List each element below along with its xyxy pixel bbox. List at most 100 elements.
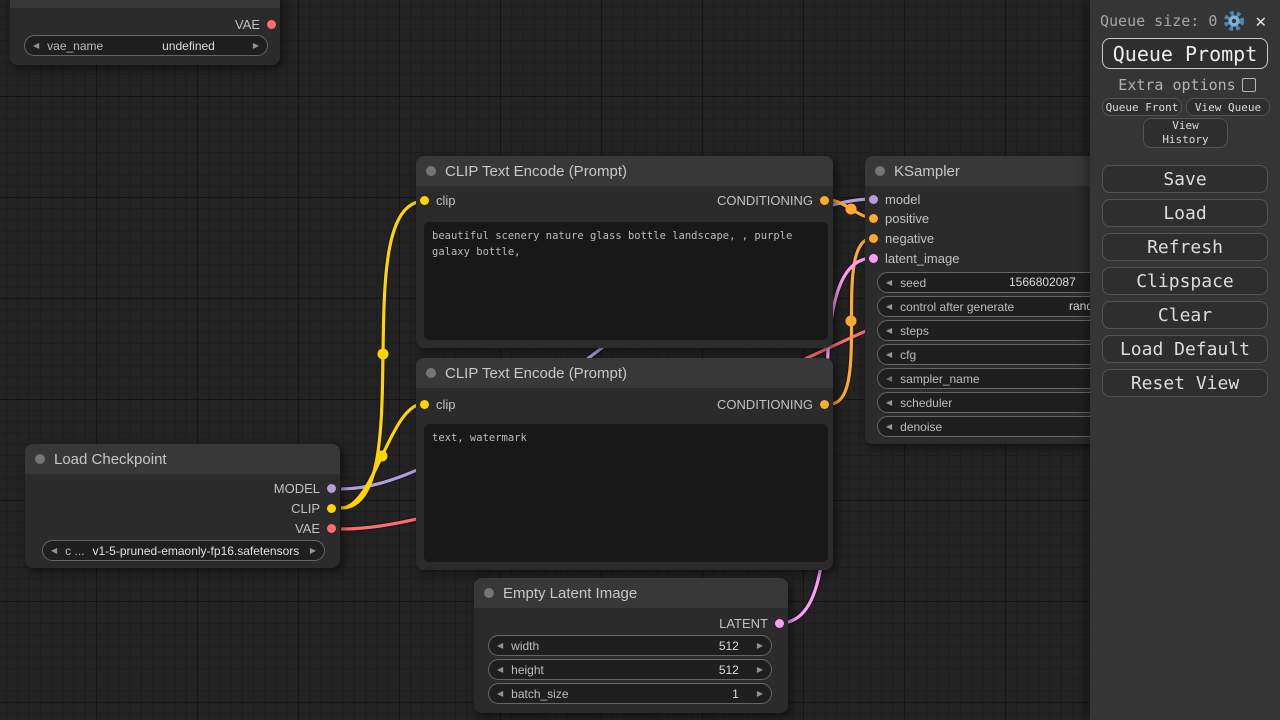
vae-output-slot[interactable]: VAE bbox=[235, 14, 276, 34]
right-arrow-icon[interactable]: ▶ bbox=[749, 660, 771, 679]
ckpt-name-widget[interactable]: ◀ c ... v1-5-pruned-emaonly-fp16.safeten… bbox=[42, 540, 325, 561]
save-button[interactable]: Save bbox=[1102, 165, 1268, 193]
clip-input-slot[interactable]: clip bbox=[420, 190, 456, 210]
view-queue-button[interactable]: View Queue bbox=[1186, 98, 1270, 116]
latent-output-slot[interactable]: LATENT bbox=[719, 613, 784, 633]
slot-dot[interactable] bbox=[820, 195, 829, 205]
batch-size-widget[interactable]: ◀ batch_size 1 ▶ bbox=[488, 683, 772, 704]
node-title-bar[interactable] bbox=[10, 0, 280, 8]
node-title: Load Checkpoint bbox=[54, 450, 167, 468]
widget-label: batch_size bbox=[511, 686, 569, 701]
left-arrow-icon[interactable]: ◀ bbox=[489, 660, 511, 679]
reset-view-button[interactable]: Reset View bbox=[1102, 369, 1268, 397]
vae-output-slot[interactable]: VAE bbox=[295, 518, 336, 538]
slot-dot[interactable] bbox=[869, 194, 878, 204]
node-title-bar[interactable]: Empty Latent Image bbox=[474, 578, 788, 608]
right-arrow-icon[interactable]: ▶ bbox=[302, 541, 324, 560]
slot-dot[interactable] bbox=[327, 483, 336, 493]
slot-dot[interactable] bbox=[775, 618, 784, 628]
slot-dot[interactable] bbox=[869, 213, 878, 223]
close-icon[interactable]: ✕ bbox=[1255, 11, 1266, 32]
left-arrow-icon[interactable]: ◀ bbox=[878, 417, 900, 436]
slot-label: CONDITIONING bbox=[716, 192, 813, 208]
node-title-bar[interactable]: Load Checkpoint bbox=[25, 444, 340, 474]
slot-dot[interactable] bbox=[820, 399, 829, 409]
settings-gear-icon[interactable] bbox=[1223, 10, 1245, 32]
widget-value: 1 bbox=[732, 686, 739, 701]
widget-label: denoise bbox=[900, 419, 943, 434]
queue-front-button[interactable]: Queue Front bbox=[1102, 98, 1182, 116]
node-title-bar[interactable]: CLIP Text Encode (Prompt) bbox=[416, 358, 833, 388]
left-arrow-icon[interactable]: ◀ bbox=[878, 273, 900, 292]
left-arrow-icon[interactable]: ◀ bbox=[878, 345, 900, 364]
width-widget[interactable]: ◀ width 512 ▶ bbox=[488, 635, 772, 656]
left-arrow-icon[interactable]: ◀ bbox=[43, 541, 65, 560]
vae-name-widget[interactable]: ◀ vae_name undefined ▶ bbox=[24, 35, 268, 56]
link-dot[interactable] bbox=[376, 450, 388, 462]
slot-dot[interactable] bbox=[420, 195, 429, 205]
node-status-dot bbox=[875, 166, 885, 176]
node-graph-canvas[interactable]: VAE ◀ vae_name undefined ▶ Load Checkpoi… bbox=[0, 0, 1280, 720]
clear-button[interactable]: Clear bbox=[1102, 301, 1268, 329]
height-widget[interactable]: ◀ height 512 ▶ bbox=[488, 659, 772, 680]
widget-label: scheduler bbox=[900, 395, 953, 410]
slot-label: positive bbox=[885, 210, 930, 226]
slot-label: clip bbox=[436, 396, 456, 412]
latent-image-input-slot[interactable]: latent_image bbox=[869, 248, 959, 268]
negative-input-slot[interactable]: negative bbox=[869, 228, 934, 248]
queue-prompt-button[interactable]: Queue Prompt bbox=[1102, 38, 1268, 69]
model-output-slot[interactable]: MODEL bbox=[274, 478, 336, 498]
extra-options-checkbox[interactable] bbox=[1241, 78, 1256, 92]
right-arrow-icon[interactable]: ▶ bbox=[245, 36, 267, 55]
slot-label: negative bbox=[885, 230, 935, 246]
slot-dot[interactable] bbox=[869, 233, 878, 243]
right-arrow-icon[interactable]: ▶ bbox=[749, 636, 771, 655]
model-input-slot[interactable]: model bbox=[869, 189, 920, 209]
clip-output-slot[interactable]: CLIP bbox=[291, 498, 336, 518]
widget-label: sampler_name bbox=[900, 371, 980, 386]
conditioning-output-slot[interactable]: CONDITIONING bbox=[717, 394, 829, 414]
left-arrow-icon[interactable]: ◀ bbox=[878, 393, 900, 412]
extra-options-label: Extra options bbox=[1118, 76, 1236, 94]
slot-label: VAE bbox=[294, 520, 320, 536]
right-arrow-icon[interactable]: ▶ bbox=[749, 684, 771, 703]
slot-label: CONDITIONING bbox=[716, 396, 813, 412]
link-dot[interactable] bbox=[377, 348, 389, 360]
left-arrow-icon[interactable]: ◀ bbox=[878, 321, 900, 340]
slot-dot[interactable] bbox=[327, 523, 336, 533]
clip-text-encode-positive-node[interactable]: CLIP Text Encode (Prompt) clip CONDITION… bbox=[416, 156, 833, 348]
widget-value: 512 bbox=[718, 662, 739, 677]
positive-prompt-textarea[interactable]: beautiful scenery nature glass bottle la… bbox=[424, 222, 828, 340]
link-dot[interactable] bbox=[845, 203, 857, 215]
load-checkpoint-node[interactable]: Load Checkpoint MODEL CLIP VAE ◀ c ... v… bbox=[25, 444, 340, 568]
widget-value: 1566802087 bbox=[1009, 275, 1076, 289]
slot-dot[interactable] bbox=[327, 503, 336, 513]
load-default-button[interactable]: Load Default bbox=[1102, 335, 1268, 363]
clipspace-button[interactable]: Clipspace bbox=[1102, 267, 1268, 295]
widget-label: steps bbox=[900, 323, 929, 338]
node-title-bar[interactable]: CLIP Text Encode (Prompt) bbox=[416, 156, 833, 186]
load-button[interactable]: Load bbox=[1102, 199, 1268, 227]
node-status-dot bbox=[35, 454, 45, 464]
refresh-button[interactable]: Refresh bbox=[1102, 233, 1268, 261]
clip-text-encode-negative-node[interactable]: CLIP Text Encode (Prompt) clip CONDITION… bbox=[416, 358, 833, 570]
left-arrow-icon[interactable]: ◀ bbox=[489, 636, 511, 655]
link-dot[interactable] bbox=[845, 315, 857, 327]
left-arrow-icon[interactable]: ◀ bbox=[878, 297, 900, 316]
vae-loader-node[interactable]: VAE ◀ vae_name undefined ▶ bbox=[10, 0, 280, 65]
negative-prompt-textarea[interactable]: text, watermark bbox=[424, 424, 828, 562]
node-status-dot bbox=[426, 166, 436, 176]
left-arrow-icon[interactable]: ◀ bbox=[489, 684, 511, 703]
left-arrow-icon[interactable]: ◀ bbox=[878, 369, 900, 388]
slot-dot[interactable] bbox=[267, 19, 276, 29]
empty-latent-image-node[interactable]: Empty Latent Image LATENT ◀ width 512 ▶ … bbox=[474, 578, 788, 713]
clip-input-slot[interactable]: clip bbox=[420, 394, 456, 414]
positive-input-slot[interactable]: positive bbox=[869, 208, 929, 228]
view-history-button[interactable]: View History bbox=[1143, 118, 1228, 148]
slot-dot[interactable] bbox=[869, 253, 878, 263]
left-arrow-icon[interactable]: ◀ bbox=[25, 36, 47, 55]
slot-dot[interactable] bbox=[420, 399, 429, 409]
widget-label: cfg bbox=[900, 347, 917, 362]
widget-label: vae_name bbox=[47, 38, 104, 53]
conditioning-output-slot[interactable]: CONDITIONING bbox=[717, 190, 829, 210]
